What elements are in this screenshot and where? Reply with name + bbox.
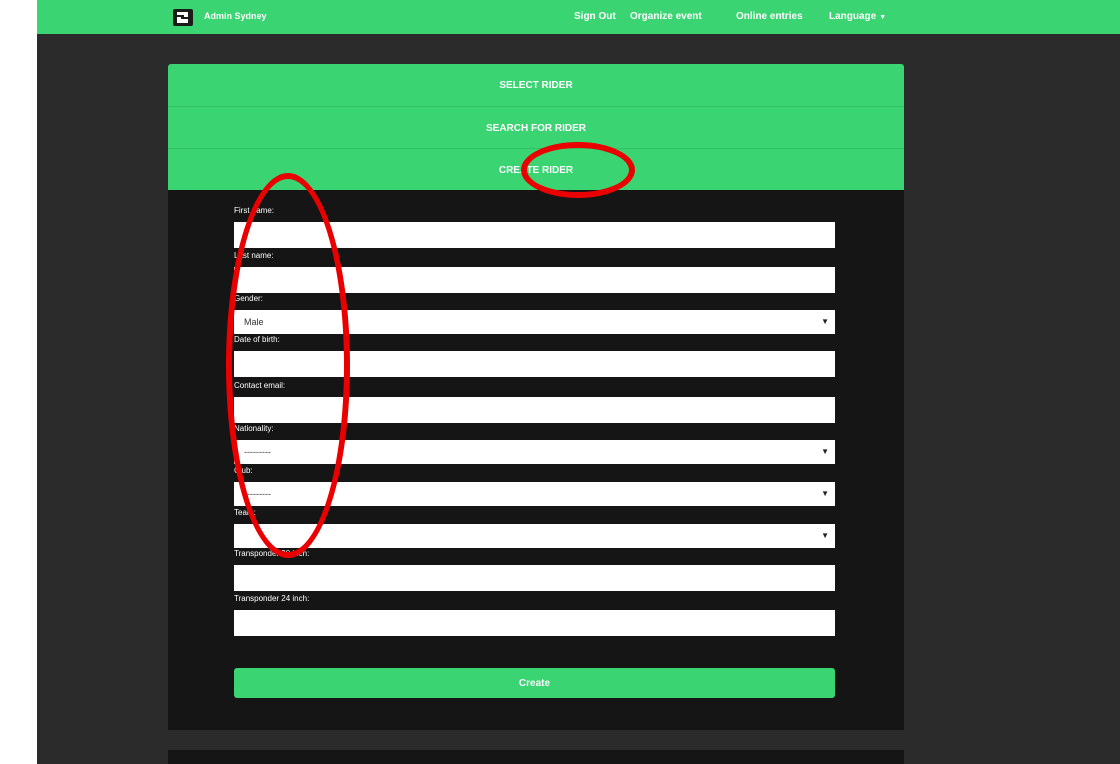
top-navbar: Admin Sydney Sign Out Organize event Onl… [37,0,1120,34]
caret-down-icon: ▼ [821,447,829,456]
bottom-panel [168,750,904,764]
caret-down-icon: ▼ [821,317,829,326]
transponder-20-input[interactable] [234,565,835,591]
annotation-circle-create-rider [521,142,635,198]
caret-down-icon: ▼ [879,14,887,21]
caret-down-icon: ▼ [821,531,829,540]
nav-language-label: Language [829,11,877,22]
nav-organize-event[interactable]: Organize event [630,11,702,22]
create-button[interactable]: Create [234,668,835,698]
accordion-select-rider[interactable]: SELECT RIDER [168,64,904,106]
caret-down-icon: ▼ [821,489,829,498]
accordion-search-rider[interactable]: SEARCH FOR RIDER [168,106,904,149]
transponder-24-label: Transponder 24 inch: [234,594,310,603]
nav-language-dropdown[interactable]: Language ▼ [829,11,886,22]
annotation-ellipse-field-labels [226,173,350,558]
brand-name[interactable]: Admin Sydney [204,11,267,21]
page: Admin Sydney Sign Out Organize event Onl… [37,0,1120,764]
transponder-24-input[interactable] [234,610,835,636]
brand-logo-icon[interactable] [173,9,193,26]
team-select[interactable]: ▼ [234,524,835,548]
nav-sign-out[interactable]: Sign Out [574,11,616,22]
nav-online-entries[interactable]: Online entries [736,11,803,22]
